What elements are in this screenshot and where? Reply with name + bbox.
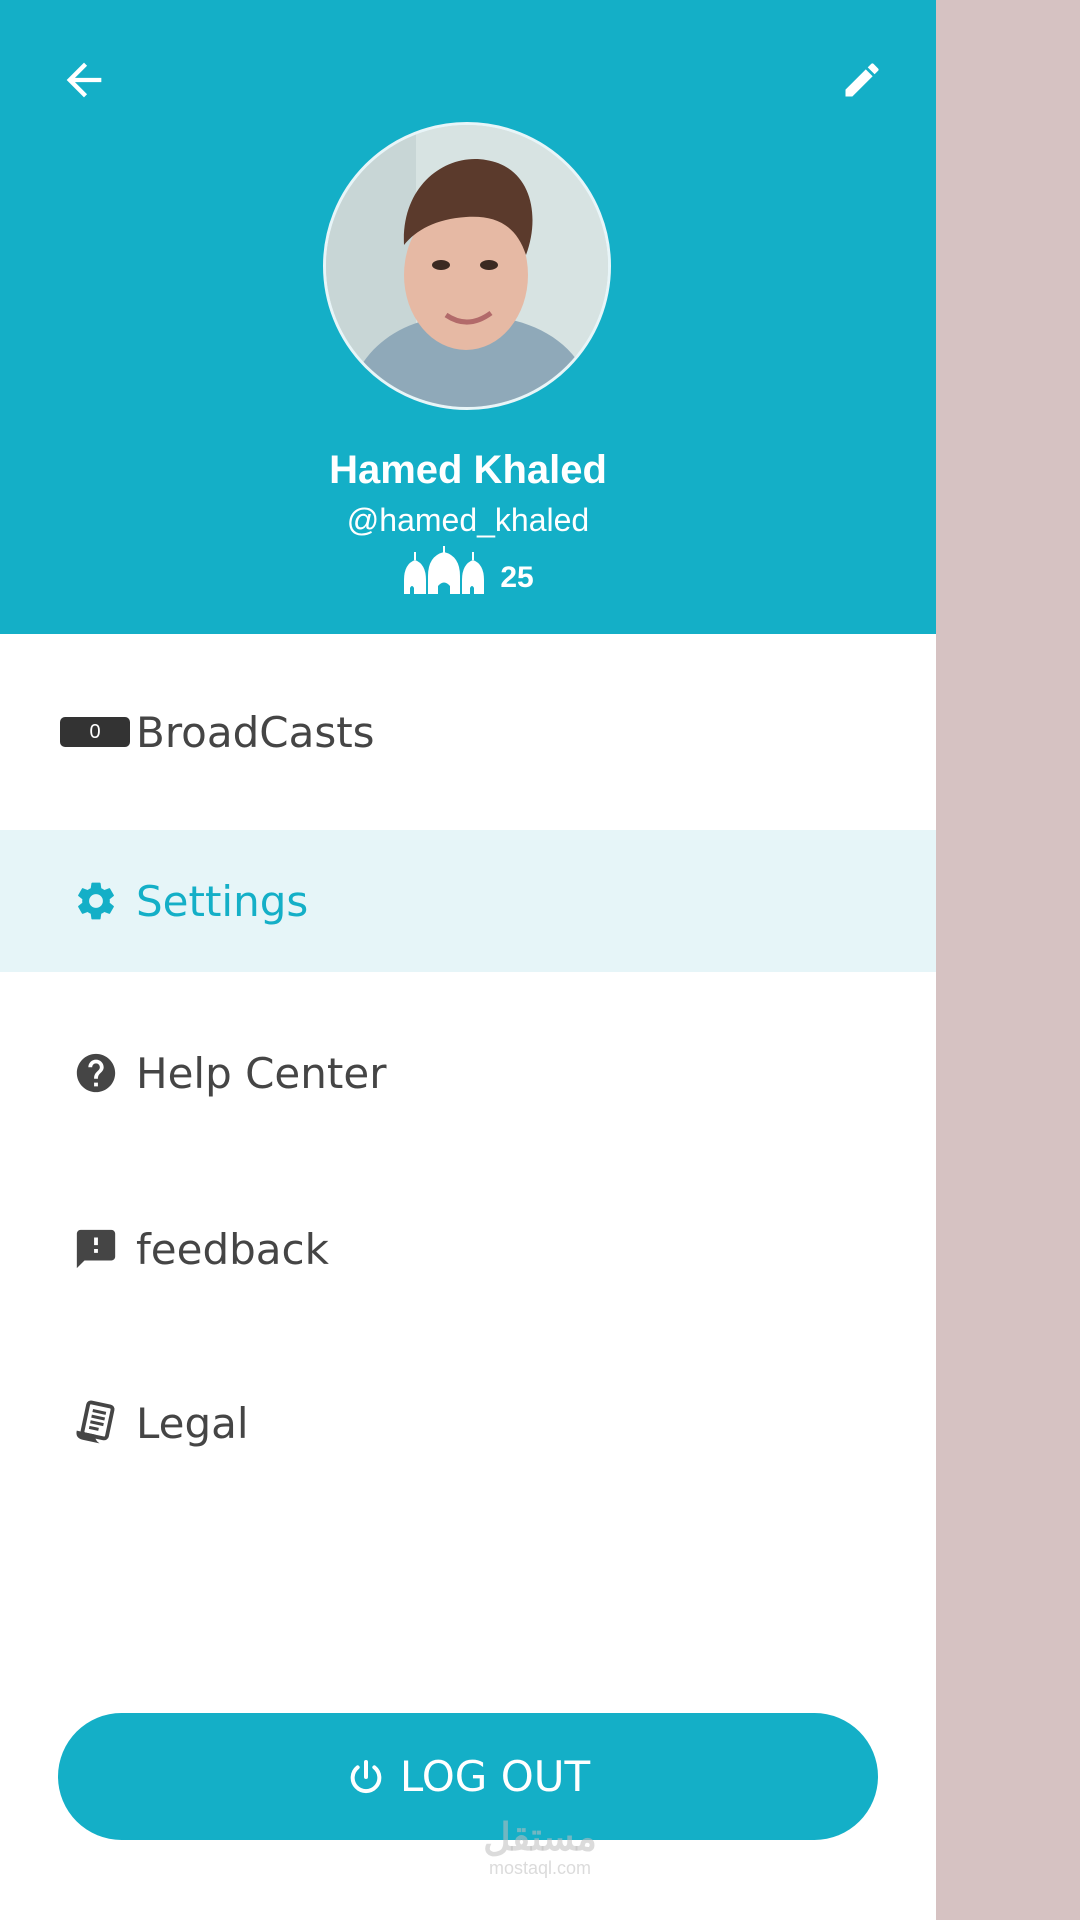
app-screen: Hamed Khaled @hamed_khaled 25 0 BroadCas… [0, 0, 1080, 1920]
profile-name: Hamed Khaled [329, 448, 607, 492]
menu-item-label: Settings [136, 876, 309, 926]
avatar[interactable] [323, 122, 611, 410]
menu-item-help-center[interactable]: Help Center [0, 1002, 936, 1144]
navigation-drawer: Hamed Khaled @hamed_khaled 25 0 BroadCas… [0, 0, 936, 1920]
back-button[interactable] [48, 44, 120, 116]
document-icon [64, 1400, 128, 1446]
points-value: 25 [500, 561, 534, 594]
menu-item-label: Help Center [136, 1048, 387, 1098]
profile-header: Hamed Khaled @hamed_khaled 25 [0, 0, 936, 634]
broadcast-count-badge: 0 [60, 717, 130, 747]
points-row: 25 [0, 544, 936, 596]
avatar-photo [326, 125, 608, 407]
gear-icon [64, 878, 128, 924]
menu-item-label: feedback [136, 1224, 329, 1274]
edit-profile-button[interactable] [826, 44, 898, 116]
power-icon [350, 1759, 382, 1793]
menu-item-broadcasts[interactable]: 0 BroadCasts [0, 634, 936, 830]
menu-item-feedback[interactable]: feedback [0, 1178, 936, 1320]
question-circle-icon [64, 1050, 128, 1096]
menu-item-settings[interactable]: Settings [0, 830, 936, 972]
menu-item-label: Legal [136, 1398, 249, 1448]
arrow-left-icon [66, 62, 102, 98]
domes-icon [404, 546, 485, 594]
logout-label: LOG OUT [399, 1752, 591, 1801]
profile-handle: @hamed_khaled [346, 502, 590, 538]
menu-item-label: BroadCasts [136, 707, 375, 757]
logout-button[interactable]: LOG OUT [58, 1713, 878, 1840]
pencil-icon [845, 63, 879, 97]
feedback-icon [64, 1226, 128, 1272]
menu-item-legal[interactable]: Legal [0, 1352, 936, 1494]
